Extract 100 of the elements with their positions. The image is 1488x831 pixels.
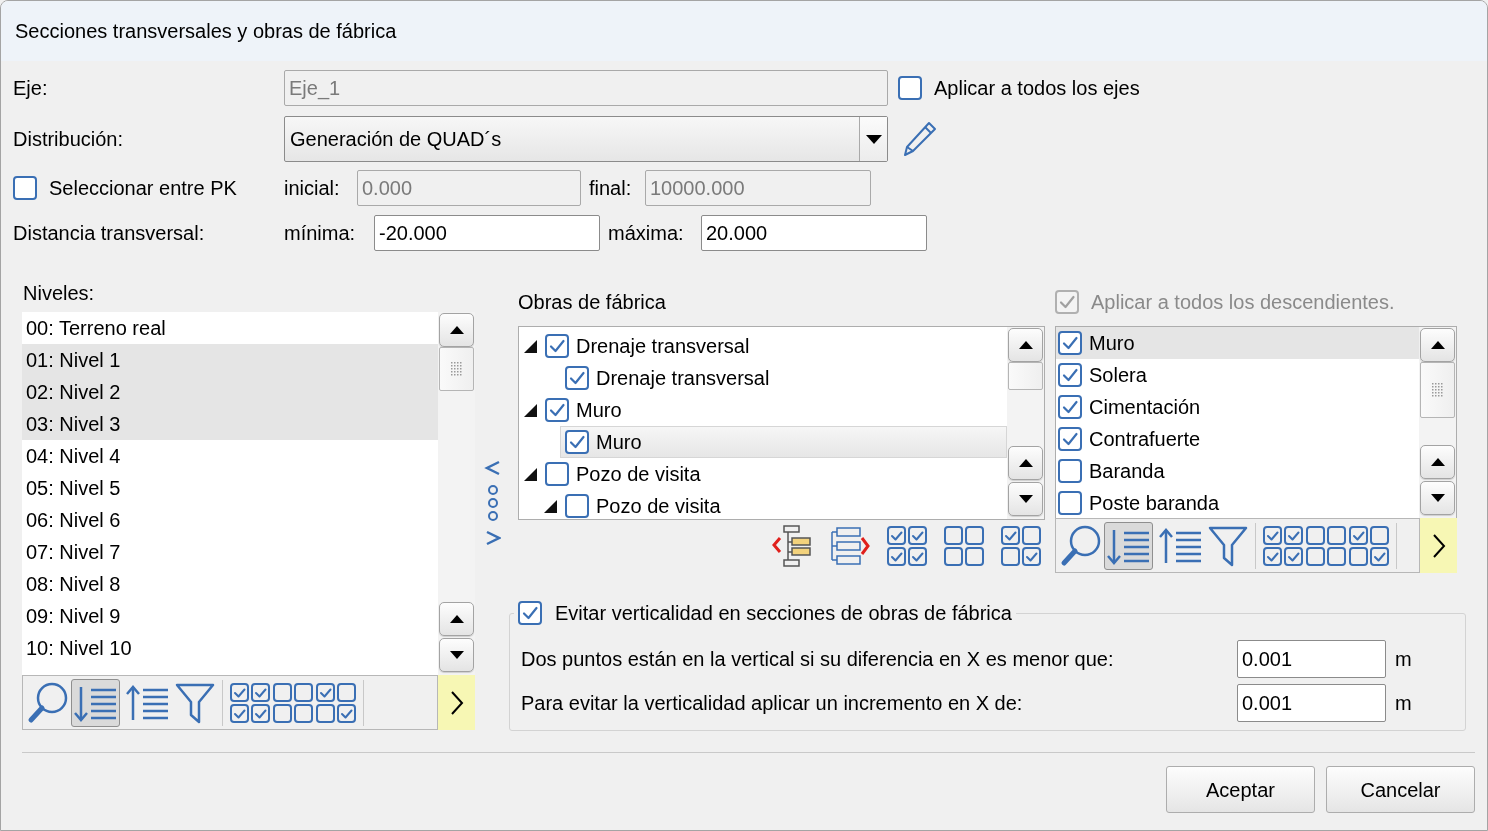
tree-item[interactable]: Muro: [560, 426, 1007, 458]
caret-up-icon: [1430, 458, 1445, 466]
toolbar-more-button[interactable]: [438, 675, 475, 730]
list-item[interactable]: Cimentación: [1056, 391, 1419, 423]
list-item[interactable]: Contrafuerte: [1056, 423, 1419, 455]
filter-icon[interactable]: [175, 681, 215, 724]
checkbox[interactable]: [545, 334, 569, 358]
list-item[interactable]: 02: Nivel 2: [22, 376, 438, 408]
expander-icon[interactable]: [523, 339, 537, 353]
list-item[interactable]: 07: Nivel 7: [22, 536, 438, 568]
collapse-tree-icon[interactable]: [771, 525, 811, 567]
tree-item[interactable]: Drenaje transversal: [560, 362, 1007, 394]
scroll-up-button[interactable]: [1008, 446, 1043, 480]
caret-up-icon: [1018, 341, 1033, 349]
levels-label: Niveles:: [23, 282, 95, 304]
checkbox[interactable]: [565, 366, 589, 390]
scroll-down-button[interactable]: [1008, 482, 1043, 516]
list-item[interactable]: 03: Nivel 3: [22, 408, 438, 440]
checkbox[interactable]: [1058, 395, 1082, 419]
scrollbar-track[interactable]: [1007, 327, 1044, 519]
expand-tree-icon[interactable]: [828, 526, 870, 566]
scroll-down-button[interactable]: [1420, 481, 1455, 515]
sort-descending-button[interactable]: [71, 678, 120, 727]
accept-button[interactable]: Aceptar: [1166, 766, 1315, 813]
minimum-label: mínima:: [284, 221, 357, 245]
filter-icon[interactable]: [1208, 524, 1248, 567]
number-field[interactable]: 0.001: [1237, 684, 1386, 722]
maximum-label: máxima:: [608, 221, 685, 245]
checkbox[interactable]: [545, 398, 569, 422]
check-all-icon[interactable]: [230, 682, 270, 723]
invert-selection-icon[interactable]: [1001, 526, 1041, 566]
scroll-thumb[interactable]: [1008, 362, 1043, 390]
check-all-icon[interactable]: [887, 526, 927, 566]
chevron-right-icon: [449, 689, 464, 716]
structures-label: Obras de fábrica: [518, 290, 666, 314]
scroll-thumb[interactable]: [1420, 362, 1455, 418]
distribution-dropdown[interactable]: Generación de QUAD´s: [284, 116, 888, 162]
invert-selection-icon[interactable]: [316, 682, 356, 723]
scroll-up-button[interactable]: [1420, 328, 1455, 362]
scroll-up-button[interactable]: [1420, 445, 1455, 479]
checkbox[interactable]: [545, 462, 569, 486]
dropdown-arrow-button[interactable]: [859, 117, 887, 161]
checkbox[interactable]: [518, 601, 542, 625]
caret-down-icon: [449, 651, 464, 659]
checkbox[interactable]: [1058, 331, 1082, 355]
cancel-button[interactable]: Cancelar: [1326, 766, 1475, 813]
tree-item[interactable]: Pozo de visita: [540, 458, 1007, 490]
chevron-right-icon: [1431, 532, 1446, 559]
checkbox[interactable]: [1058, 363, 1082, 387]
scroll-down-button[interactable]: [439, 638, 474, 672]
checkbox[interactable]: [1058, 427, 1082, 451]
search-icon[interactable]: [1059, 523, 1101, 568]
transverse-distance-label: Distancia transversal:: [13, 221, 205, 245]
check-all-icon[interactable]: [1263, 525, 1303, 566]
field-label: Dos puntos están en la vertical si su diferencia en X es menor que:: [521, 647, 1115, 671]
list-item[interactable]: 05: Nivel 5: [22, 472, 438, 504]
expander-icon[interactable]: [543, 499, 557, 513]
pencil-icon[interactable]: [903, 121, 937, 157]
expander-icon[interactable]: [523, 403, 537, 417]
number-field[interactable]: 0.001: [1237, 640, 1386, 678]
list-item[interactable]: 10: Nivel 10: [22, 632, 438, 664]
list-item[interactable]: Poste baranda: [1056, 487, 1419, 518]
scroll-up-button[interactable]: [439, 313, 474, 347]
list-item[interactable]: 04: Nivel 4: [22, 440, 438, 472]
list-item[interactable]: 01: Nivel 1: [22, 344, 438, 376]
list-item[interactable]: 09: Nivel 9: [22, 600, 438, 632]
checkbox[interactable]: [565, 430, 589, 454]
list-item[interactable]: 06: Nivel 6: [22, 504, 438, 536]
grip-icon: [1432, 383, 1443, 397]
maximum-field[interactable]: 20.000: [701, 215, 927, 251]
tree-item[interactable]: Drenaje transversal: [540, 330, 1007, 362]
checkbox[interactable]: [898, 76, 922, 100]
scroll-thumb[interactable]: [439, 347, 474, 391]
window-title: Secciones transversales y obras de fábrica: [15, 19, 397, 43]
list-item[interactable]: Baranda: [1056, 455, 1419, 487]
search-icon[interactable]: [26, 680, 68, 725]
scroll-up-button[interactable]: [1008, 328, 1043, 362]
checkbox[interactable]: [13, 176, 37, 200]
tree-item[interactable]: Muro: [540, 394, 1007, 426]
caret-up-icon: [1430, 341, 1445, 349]
splitter-handle-icon[interactable]: [483, 460, 501, 546]
uncheck-all-icon[interactable]: [944, 526, 984, 566]
list-item[interactable]: 08: Nivel 8: [22, 568, 438, 600]
list-item[interactable]: Solera: [1056, 359, 1419, 391]
uncheck-all-icon[interactable]: [273, 682, 313, 723]
checkbox[interactable]: [1058, 459, 1082, 483]
minimum-field[interactable]: -20.000: [374, 215, 600, 251]
expander-icon[interactable]: [523, 467, 537, 481]
field-label: Para evitar la verticalidad aplicar un incremento en X de:: [521, 691, 1024, 715]
list-item[interactable]: 00: Terreno real: [22, 312, 438, 344]
checkbox[interactable]: [565, 494, 589, 518]
toolbar-more-button[interactable]: [1420, 518, 1457, 573]
tree-item[interactable]: Pozo de visita: [560, 490, 1007, 519]
scroll-up-button[interactable]: [439, 602, 474, 636]
invert-selection-icon[interactable]: [1349, 525, 1389, 566]
sort-descending-button[interactable]: [1104, 521, 1153, 570]
checkbox[interactable]: [1058, 491, 1082, 515]
list-item[interactable]: Muro: [1056, 327, 1419, 359]
uncheck-all-icon[interactable]: [1306, 525, 1346, 566]
grip-icon: [451, 362, 462, 376]
